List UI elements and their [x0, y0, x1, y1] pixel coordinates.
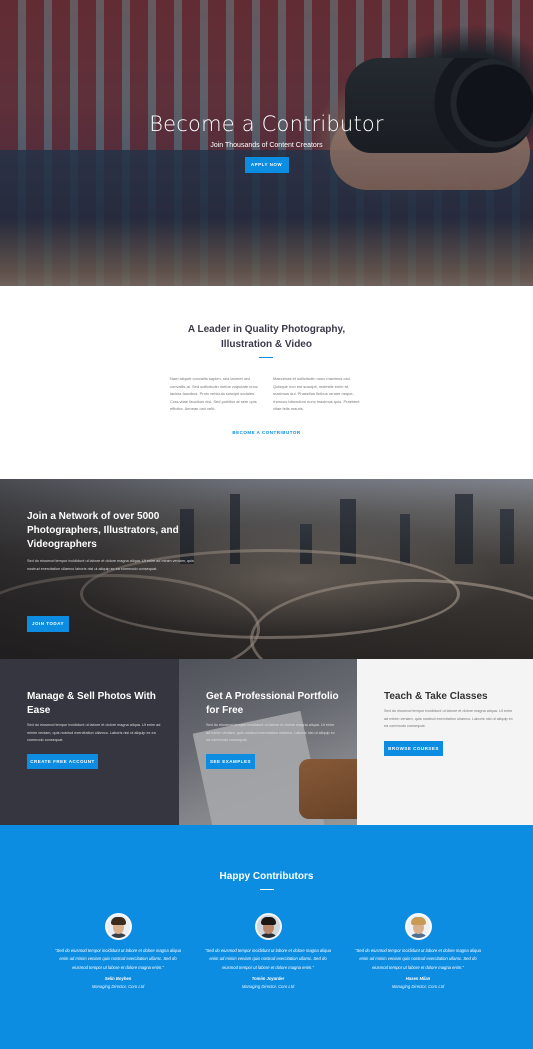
leader-text-right: Maecenas et sollicitudin nunc maximus or… — [273, 376, 360, 411]
testimonial-name: Tomim Joyarder — [251, 975, 285, 981]
see-examples-button[interactable]: SEE EXAMPLES — [206, 754, 255, 769]
skyline-building — [340, 499, 356, 564]
network-text: Sed do eiusmod tempor incididunt ut labo… — [27, 559, 194, 571]
feature-content: Teach & Take Classes Sed do eiusmod temp… — [384, 690, 515, 731]
highway-loop — [250, 579, 533, 659]
leader-section: A Leader in Quality Photography, Illustr… — [0, 286, 533, 479]
browse-courses-button[interactable]: BROWSE COURSES — [384, 741, 443, 756]
testimonial-role: Managing Director, Coro Ltd — [91, 983, 145, 989]
leader-text-left: Nam aliquet convallis sapien, sed laoree… — [170, 376, 258, 411]
feature-card-portfolio: Get A Professional Portfolio for Free Se… — [179, 659, 357, 825]
background-pouch — [299, 759, 357, 819]
feature-text: Sed do eiusmod tempor incididunt ut labo… — [384, 709, 513, 728]
avatar — [404, 913, 432, 940]
testimonial-quote: "Sed do eiusmod tempor incididunt ut lab… — [354, 948, 482, 970]
network-title: Join a Network of over 5000 Photographer… — [27, 511, 179, 550]
skyline-building — [400, 514, 410, 564]
avatar — [254, 913, 282, 940]
create-free-account-button[interactable]: CREATE FREE ACCOUNT — [27, 754, 98, 769]
leader-title: A Leader in Quality Photography, Illustr… — [0, 322, 533, 352]
feature-card-classes: Teach & Take Classes Sed do eiusmod temp… — [357, 659, 533, 825]
feature-title: Teach & Take Classes — [384, 691, 488, 702]
testimonial-quote: "Sed do eiusmod tempor incididunt ut lab… — [54, 948, 182, 970]
leader-divider — [259, 357, 273, 358]
testimonials-title: Happy Contributors — [219, 871, 314, 882]
skyline-building — [300, 524, 312, 564]
leader-title-line1: A Leader in Quality Photography, — [187, 324, 346, 335]
apply-now-button[interactable]: APPLY NOW — [244, 157, 289, 173]
testimonials-section: Happy Contributors "Sed do eiusmod tempo… — [0, 825, 533, 1049]
hero-title: Become a Contributor — [149, 112, 384, 136]
join-today-button[interactable]: JOIN TODAY — [27, 616, 69, 632]
feature-content: Manage & Sell Photos With Ease Sed do ei… — [27, 690, 161, 745]
testimonial-name: Selin Boyhen — [104, 975, 132, 981]
hero-subtitle: Join Thousands of Content Creators — [210, 142, 323, 149]
network-content: Join a Network of over 5000 Photographer… — [27, 510, 197, 632]
skyline-building — [230, 494, 240, 564]
hero-content: Become a Contributor Join Thousands of C… — [0, 112, 533, 173]
become-contributor-link[interactable]: BECOME A CONTRIBUTOR — [0, 430, 533, 435]
feature-card-manage: Manage & Sell Photos With Ease Sed do ei… — [0, 659, 179, 825]
features-section: Manage & Sell Photos With Ease Sed do ei… — [0, 659, 533, 825]
testimonial-role: Managing Director, Coro Ltd — [241, 983, 295, 989]
feature-title: Get A Professional Portfolio for Free — [206, 691, 339, 716]
skyline-building — [500, 509, 514, 564]
skyline-building — [455, 494, 473, 564]
testimonials-divider — [260, 889, 274, 890]
feature-text: Sed do eiusmod tempor incididunt ut labo… — [27, 723, 161, 742]
avatar — [104, 913, 132, 940]
leader-title-line2: Illustration & Video — [221, 339, 312, 350]
testimonial-name: Hasen Milan — [405, 975, 431, 981]
feature-content: Get A Professional Portfolio for Free Se… — [206, 690, 339, 745]
feature-text: Sed do eiusmod tempor incididunt ut labo… — [206, 723, 335, 742]
testimonial-card: "Sed do eiusmod tempor incididunt ut lab… — [53, 913, 183, 989]
testimonial-role: Managing Director, Coro Ltd — [391, 983, 445, 989]
feature-title: Manage & Sell Photos With Ease — [27, 691, 156, 716]
network-section: Join a Network of over 5000 Photographer… — [0, 479, 533, 659]
testimonial-card: "Sed do eiusmod tempor incididunt ut lab… — [353, 913, 483, 989]
testimonial-quote: "Sed do eiusmod tempor incididunt ut lab… — [204, 948, 332, 970]
hero-section: Become a Contributor Join Thousands of C… — [0, 0, 533, 286]
testimonial-card: "Sed do eiusmod tempor incididunt ut lab… — [203, 913, 333, 989]
